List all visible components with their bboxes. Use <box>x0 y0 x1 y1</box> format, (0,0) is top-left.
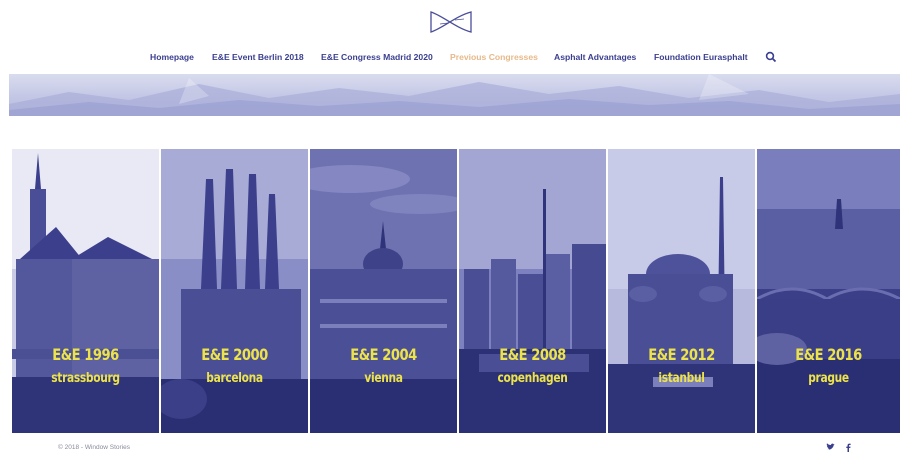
nav-foundation-eurasphalt[interactable]: Foundation Eurasphalt <box>654 52 748 62</box>
panel-e-e-2000[interactable]: E&E 2000 barcelona <box>161 149 308 433</box>
church-image <box>12 149 159 433</box>
nav-asphalt-advantages[interactable]: Asphalt Advantages <box>554 52 636 62</box>
panel-e-e-1996[interactable]: E&E 1996 strassbourg <box>12 149 159 433</box>
panel-city: strassbourg <box>51 371 120 386</box>
panel-title: E&E 2016 <box>795 345 862 364</box>
logo-icon[interactable] <box>428 6 474 38</box>
sagrada-familia-image <box>161 149 308 433</box>
panel-title: E&E 2004 <box>350 345 417 364</box>
mosque-image <box>608 149 755 433</box>
panel-title: E&E 2012 <box>648 345 715 364</box>
hero-banner <box>9 74 900 116</box>
parliament-image <box>310 149 457 433</box>
panel-e-e-2016[interactable]: E&E 2016 prague <box>757 149 900 433</box>
panel-title: E&E 2000 <box>201 345 268 364</box>
mountain-banner-image <box>9 74 900 116</box>
panel-city: istanbul <box>658 371 705 386</box>
panel-city: prague <box>808 371 849 386</box>
panel-title: E&E 1996 <box>52 345 119 364</box>
panel-title: E&E 2008 <box>499 345 566 364</box>
panel-e-e-2008[interactable]: E&E 2008 copenhagen <box>459 149 606 433</box>
panel-city: barcelona <box>206 371 263 386</box>
prague-bridge-image <box>757 149 900 433</box>
nav-homepage[interactable]: Homepage <box>150 52 194 62</box>
panel-e-e-2004[interactable]: E&E 2004 vienna <box>310 149 457 433</box>
site-header: Homepage E&E Event Berlin 2018 E&E Congr… <box>0 0 901 74</box>
nyhavn-image <box>459 149 606 433</box>
nav-congress-madrid-2020[interactable]: E&E Congress Madrid 2020 <box>321 52 433 62</box>
nav-previous-congresses[interactable]: Previous Congresses <box>450 52 538 62</box>
panel-city: vienna <box>364 371 403 386</box>
search-icon[interactable] <box>765 51 777 63</box>
congress-panels: E&E 1996 strassbourg E&E 2000 barcelona <box>12 149 900 433</box>
panel-e-e-2012[interactable]: E&E 2012 istanbul <box>608 149 755 433</box>
panel-city: copenhagen <box>497 371 568 386</box>
nav-event-berlin-2018[interactable]: E&E Event Berlin 2018 <box>212 52 304 62</box>
copyright-text: © 2018 - Window Stories <box>58 444 130 451</box>
twitter-icon[interactable] <box>826 443 835 451</box>
